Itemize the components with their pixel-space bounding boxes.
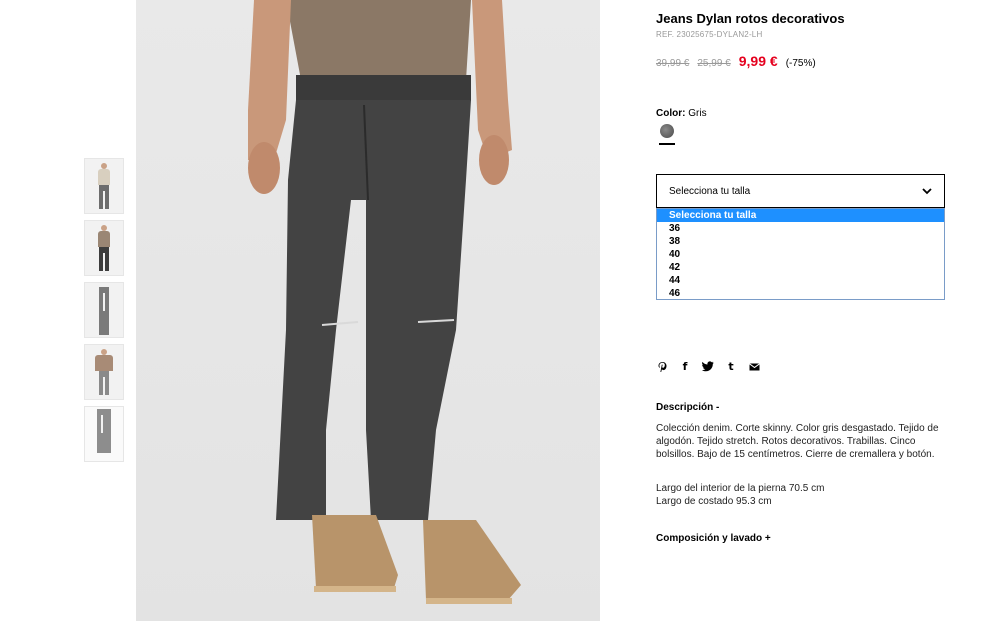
pinterest-icon[interactable] <box>656 360 668 373</box>
facebook-icon[interactable]: f <box>679 360 691 373</box>
thumbnail-gallery <box>84 158 124 468</box>
share-icons: f t <box>656 360 760 373</box>
product-photo-illustration <box>248 0 521 604</box>
price-block: 39,99 € 25,99 € 9,99 € (-75%) <box>656 53 816 69</box>
size-option-36[interactable]: 36 <box>657 222 944 235</box>
size-option-42[interactable]: 42 <box>657 261 944 274</box>
thumb-figure-torso <box>95 355 113 371</box>
composition-toggle[interactable]: Composición y lavado + <box>656 533 771 544</box>
price-current: 9,99 € <box>738 53 778 69</box>
size-select[interactable]: Selecciona tu talla <box>656 174 945 208</box>
color-label-text: Color: <box>656 108 686 119</box>
thumb-figure-legs <box>99 371 109 395</box>
size-option-38[interactable]: 38 <box>657 235 944 248</box>
thumbnail-5[interactable] <box>84 406 124 462</box>
thumbnail-4[interactable] <box>84 344 124 400</box>
measure-outseam: Largo de costado 95.3 cm <box>656 496 772 507</box>
thumb-figure-torso <box>98 169 110 185</box>
color-swatch-gris[interactable] <box>660 124 674 138</box>
size-select-value: Selecciona tu talla <box>669 186 751 197</box>
product-reference: REF. 23025675-DYLAN2-LH <box>656 30 763 39</box>
twitter-icon[interactable] <box>702 360 714 373</box>
size-dropdown-list: Selecciona tu talla 36 38 40 42 44 46 <box>656 208 945 300</box>
description-text: Colección denim. Corte skinny. Color gri… <box>656 423 939 460</box>
thumb-figure-legs <box>99 185 109 209</box>
thumbnail-3[interactable] <box>84 282 124 338</box>
price-previous: 25,99 € <box>697 58 731 69</box>
size-option-44[interactable]: 44 <box>657 274 944 287</box>
size-option-placeholder[interactable]: Selecciona tu talla <box>657 209 944 222</box>
thumb-figure-legs <box>97 409 111 453</box>
size-option-40[interactable]: 40 <box>657 248 944 261</box>
product-main-image <box>136 0 600 621</box>
discount-percent: (-75%) <box>785 58 816 69</box>
measure-inseam: Largo del interior de la pierna 70.5 cm <box>656 483 825 494</box>
color-value: Gris <box>688 108 707 119</box>
price-original: 39,99 € <box>656 58 690 69</box>
email-icon[interactable] <box>748 360 760 373</box>
tumblr-icon[interactable]: t <box>725 360 737 373</box>
thumbnail-2[interactable] <box>84 220 124 276</box>
thumbnail-1[interactable] <box>84 158 124 214</box>
product-title: Jeans Dylan rotos decorativos <box>656 11 845 26</box>
thumb-figure-legs <box>99 247 109 271</box>
thumb-figure-torso <box>98 231 110 247</box>
thumb-figure-legs <box>99 287 109 335</box>
color-label: Color: Gris <box>656 108 707 119</box>
chevron-down-icon <box>922 188 932 195</box>
swatch-selected-indicator <box>659 143 675 145</box>
description-measurements: Largo del interior de la pierna 70.5 cm … <box>656 482 824 508</box>
size-option-46[interactable]: 46 <box>657 287 944 300</box>
description-toggle[interactable]: Descripción - <box>656 402 719 413</box>
